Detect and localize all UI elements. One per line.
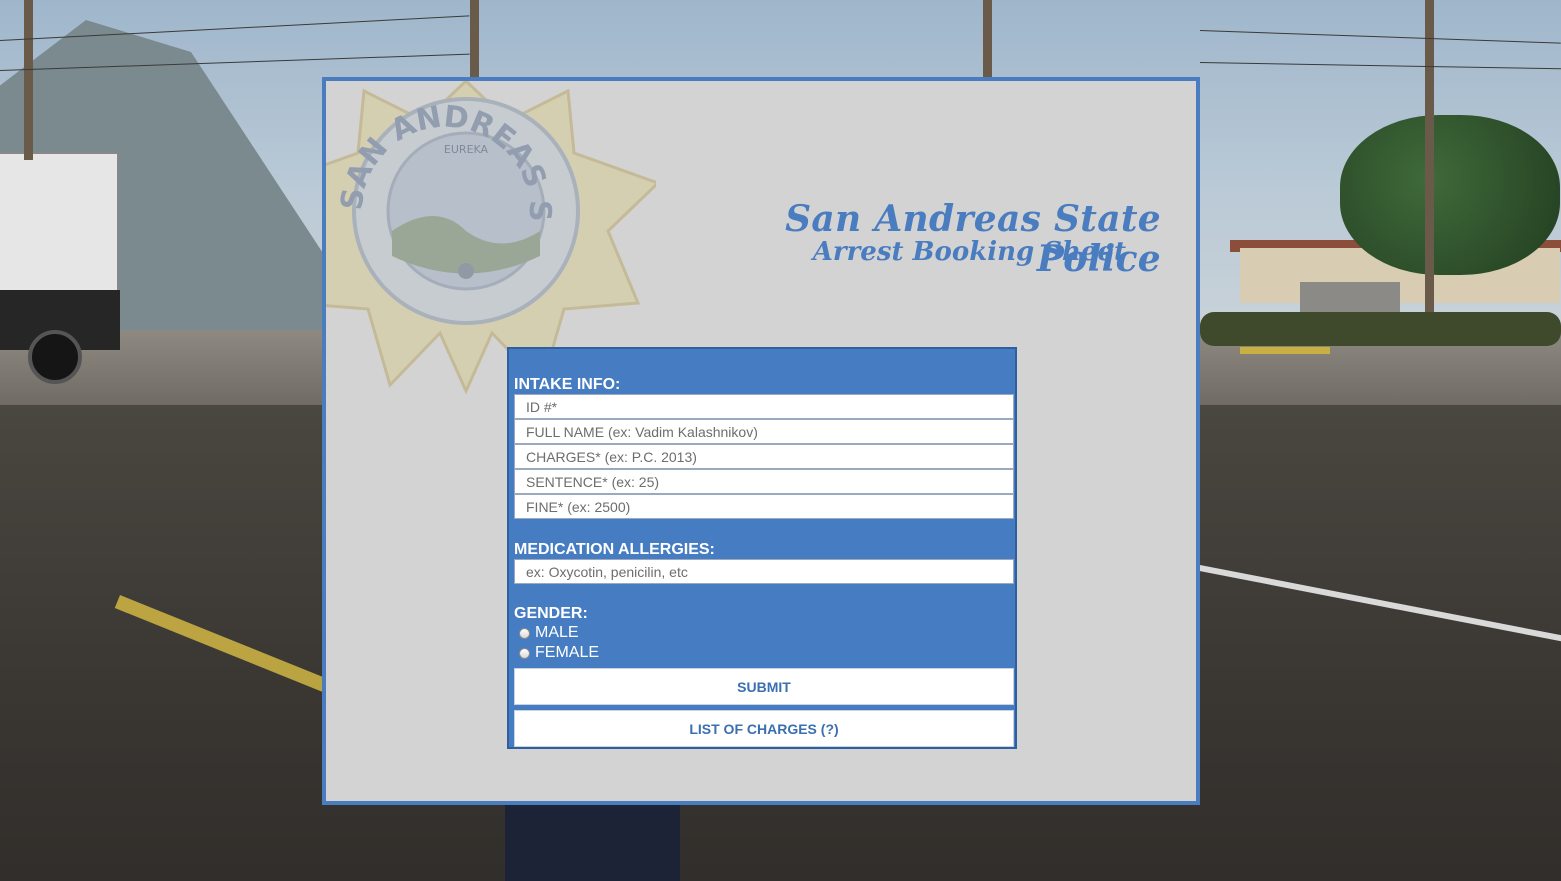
badge-seal-eye [458, 263, 474, 279]
page-subtitle: Arrest Booking Sheet [812, 237, 1126, 267]
curb-line [1240, 347, 1330, 354]
gender-option-male[interactable]: MALE [519, 623, 579, 643]
tree [1340, 115, 1560, 275]
submit-button[interactable]: SUBMIT [514, 668, 1014, 705]
shrubs [1200, 312, 1561, 346]
player-legs [505, 800, 680, 881]
medication-allergies-label: MEDICATION ALLERGIES: [514, 541, 715, 558]
sentence-input[interactable] [514, 469, 1014, 494]
male-radio-label: MALE [535, 624, 579, 641]
gender-option-female[interactable]: FEMALE [519, 643, 599, 663]
booking-sheet-panel: SAN ANDREAS STATE POLICE EUREKA San Andr… [322, 77, 1200, 805]
badge-motto: EUREKA [444, 143, 489, 156]
truck-wheel [28, 330, 82, 384]
fine-input[interactable] [514, 494, 1014, 519]
id-input[interactable] [514, 394, 1014, 419]
full-name-input[interactable] [514, 419, 1014, 444]
list-of-charges-button[interactable]: LIST OF CHARGES (?) [514, 710, 1014, 747]
female-radio[interactable] [519, 647, 530, 659]
booking-form: INTAKE INFO: MEDICATION ALLERGIES: GENDE… [507, 347, 1017, 749]
intake-info-label: INTAKE INFO: [514, 376, 621, 393]
utility-pole [24, 0, 33, 160]
male-radio[interactable] [519, 627, 530, 639]
allergies-input[interactable] [514, 559, 1014, 584]
utility-pole [983, 0, 992, 80]
female-radio-label: FEMALE [535, 644, 600, 661]
utility-pole [470, 0, 479, 80]
gender-label: GENDER: [514, 605, 588, 622]
utility-pole [1425, 0, 1434, 312]
charges-input[interactable] [514, 444, 1014, 469]
